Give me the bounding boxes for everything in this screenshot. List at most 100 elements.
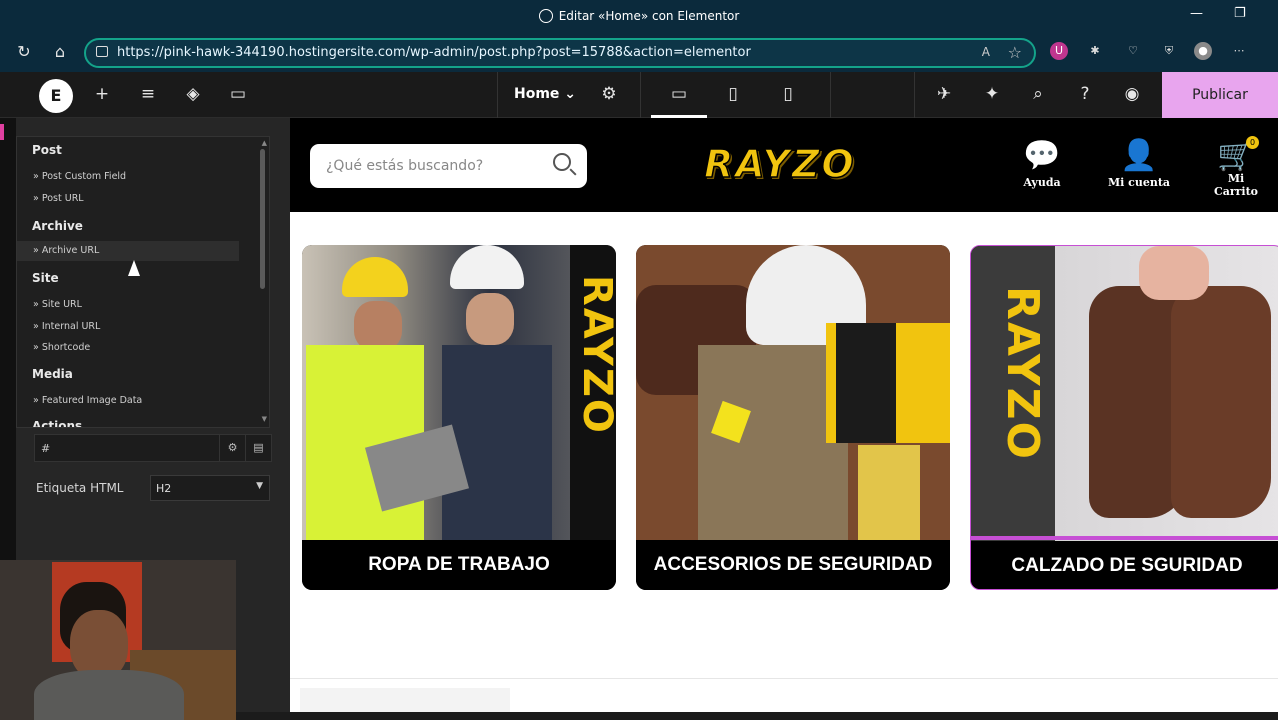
dropdown-scrollbar[interactable]: [260, 149, 265, 289]
leather-glove: [858, 445, 920, 540]
notes-comment-icon[interactable]: ▭: [227, 84, 249, 104]
site-search-input[interactable]: ¿Qué estás buscando?: [310, 144, 587, 188]
account-link[interactable]: 👤 Mi cuenta: [1106, 140, 1172, 190]
cart-count-badge: 0: [1246, 136, 1259, 149]
link-value: #: [41, 442, 51, 455]
preview-eye-icon[interactable]: ◉: [1121, 84, 1143, 104]
elementor-logo-icon[interactable]: E: [39, 79, 73, 113]
selection-outline: [971, 536, 1278, 540]
window-title-wrap: Editar «Home» con Elementor: [0, 9, 1278, 23]
dynamic-settings-gear-icon[interactable]: ⚙: [219, 435, 245, 461]
tag-label: Featured Image Data: [41, 395, 143, 406]
health-heart-icon[interactable]: ♡: [1124, 42, 1142, 60]
card-brand-text: RAYZO: [997, 286, 1048, 461]
help-icon[interactable]: ?: [1074, 84, 1096, 104]
tag-label: Shortcode: [41, 342, 91, 353]
page-name-label: Home: [514, 86, 560, 102]
caret-down-icon: ▼: [256, 481, 263, 491]
tag-internal-url[interactable]: » Internal URL: [33, 321, 100, 332]
url-text: https://pink-hawk-344190.hostingersite.c…: [117, 45, 751, 60]
link-field[interactable]: # ⚙ ▤: [34, 434, 272, 462]
structure-layers-icon[interactable]: ◈: [182, 84, 204, 104]
group-archive: Archive: [32, 219, 83, 233]
cart-label: Mi Carrito: [1213, 172, 1259, 198]
html-tag-select[interactable]: H2 ▼: [150, 475, 270, 501]
tag-label: Internal URL: [41, 321, 101, 332]
white-hardhat: [450, 245, 524, 289]
category-card-accesorios[interactable]: ACCESORIOS DE SEGURIDAD: [636, 245, 950, 590]
tag-featured-image-data[interactable]: » Featured Image Data: [33, 395, 142, 406]
suit: [442, 345, 552, 540]
category-title[interactable]: CALZADO DE SGURIDAD: [971, 541, 1278, 589]
scroll-up-icon[interactable]: ▲: [262, 139, 267, 147]
search-icon[interactable]: ⌕: [1027, 84, 1049, 104]
section-divider: [290, 678, 1278, 679]
magnifier-icon[interactable]: [553, 153, 571, 171]
html-tag-label: Etiqueta HTML: [36, 481, 124, 495]
add-element-icon[interactable]: +: [91, 84, 113, 104]
elementor-top-bar: E + ≡ ◈ ▭ Home ⌄ ⚙ ▭ ▯ ▯ ✈ ✦ ⌕ ? ◉ Publi…: [0, 72, 1278, 118]
page-name-dropdown[interactable]: Home ⌄: [514, 86, 576, 102]
tag-site-url[interactable]: » Site URL: [33, 299, 82, 310]
tag-label: Site URL: [41, 299, 82, 310]
profile-avatar-icon[interactable]: ●: [1194, 42, 1212, 60]
help-label: Ayuda: [1023, 176, 1061, 189]
mobile-view-icon[interactable]: ▯: [777, 84, 799, 104]
remove-dynamic-icon[interactable]: ▤: [245, 435, 271, 461]
hand-holding-boots: [1139, 246, 1209, 300]
favorite-star-icon[interactable]: ☆: [1008, 43, 1022, 62]
group-post: Post: [32, 143, 62, 157]
dynamic-tags-dropdown[interactable]: Post » Post Custom Field » Post URL Arch…: [16, 136, 270, 428]
chat-bubbles-icon: 💬: [1023, 138, 1061, 173]
site-settings-sliders-icon[interactable]: ≡: [137, 84, 159, 104]
card-brand-text: RAYZO: [574, 275, 616, 435]
group-media: Media: [32, 367, 73, 381]
browser-toolbar: ↻ ⌂ https://pink-hawk-344190.hostingersi…: [0, 34, 1278, 72]
site-logo[interactable]: RAYZO: [703, 141, 856, 187]
page-settings-gear-icon[interactable]: ⚙: [598, 84, 620, 104]
minimize-icon[interactable]: —: [1190, 6, 1203, 21]
scroll-down-icon[interactable]: ▼: [262, 415, 267, 423]
search-placeholder: ¿Qué estás buscando?: [326, 158, 484, 174]
rail-marker: [0, 124, 4, 140]
window-title: Editar «Home» con Elementor: [558, 9, 740, 23]
help-link[interactable]: 💬 Ayuda: [1012, 138, 1072, 190]
divider: [830, 72, 831, 118]
tag-archive-url[interactable]: » Archive URL: [17, 241, 239, 261]
lock-icon: [96, 46, 108, 57]
reload-icon[interactable]: ↻: [14, 42, 34, 61]
boots-photo: RAYZO: [971, 246, 1278, 541]
extensions-puzzle-icon[interactable]: ✱: [1086, 42, 1104, 60]
read-aloud-icon[interactable]: A: [982, 45, 990, 59]
category-card-calzado[interactable]: RAYZO CALZADO DE SGURIDAD: [970, 245, 1278, 590]
tag-shortcode[interactable]: » Shortcode: [33, 342, 90, 353]
divider: [497, 72, 498, 118]
account-label: Mi cuenta: [1107, 176, 1171, 189]
preview-canvas: ¿Qué estás buscando? RAYZO 💬 Ayuda 👤 Mi cu…: [290, 118, 1278, 720]
category-title[interactable]: ROPA DE TRABAJO: [302, 540, 616, 590]
yellow-hardhat: [342, 257, 408, 297]
cart-link[interactable]: 🛒 Mi Carrito: [1204, 140, 1268, 199]
tablet-view-icon[interactable]: ▯: [722, 84, 744, 104]
tag-post-custom-field[interactable]: » Post Custom Field: [33, 171, 126, 182]
globe-icon: [538, 9, 553, 23]
chevron-down-icon: ⌄: [564, 86, 577, 102]
extension-shield-icon[interactable]: U: [1050, 42, 1068, 60]
webcam-person-shirt: [34, 670, 184, 720]
browser-essentials-icon[interactable]: ⛨: [1160, 42, 1178, 60]
home-icon[interactable]: ⌂: [50, 42, 70, 61]
more-options-icon[interactable]: ⋯: [1230, 42, 1248, 60]
desktop-view-icon[interactable]: ▭: [668, 84, 690, 104]
restore-icon[interactable]: ❐: [1234, 6, 1246, 21]
publish-button[interactable]: Publicar: [1162, 72, 1278, 118]
whats-new-icon[interactable]: ✦: [981, 84, 1003, 104]
site-header: ¿Qué estás buscando? RAYZO 💬 Ayuda 👤 Mi cu…: [290, 118, 1278, 212]
address-bar[interactable]: https://pink-hawk-344190.hostingersite.c…: [84, 38, 1036, 68]
category-title[interactable]: ACCESORIOS DE SEGURIDAD: [636, 540, 950, 590]
category-card-ropa[interactable]: RAYZO ROPA DE TRABAJO: [302, 245, 616, 590]
launch-rocket-icon[interactable]: ✈: [933, 84, 955, 104]
tag-post-url[interactable]: » Post URL: [33, 193, 84, 204]
window-title-bar: Editar «Home» con Elementor — ❐: [0, 0, 1278, 34]
manager-face: [466, 293, 514, 345]
boot-right: [1171, 286, 1271, 518]
